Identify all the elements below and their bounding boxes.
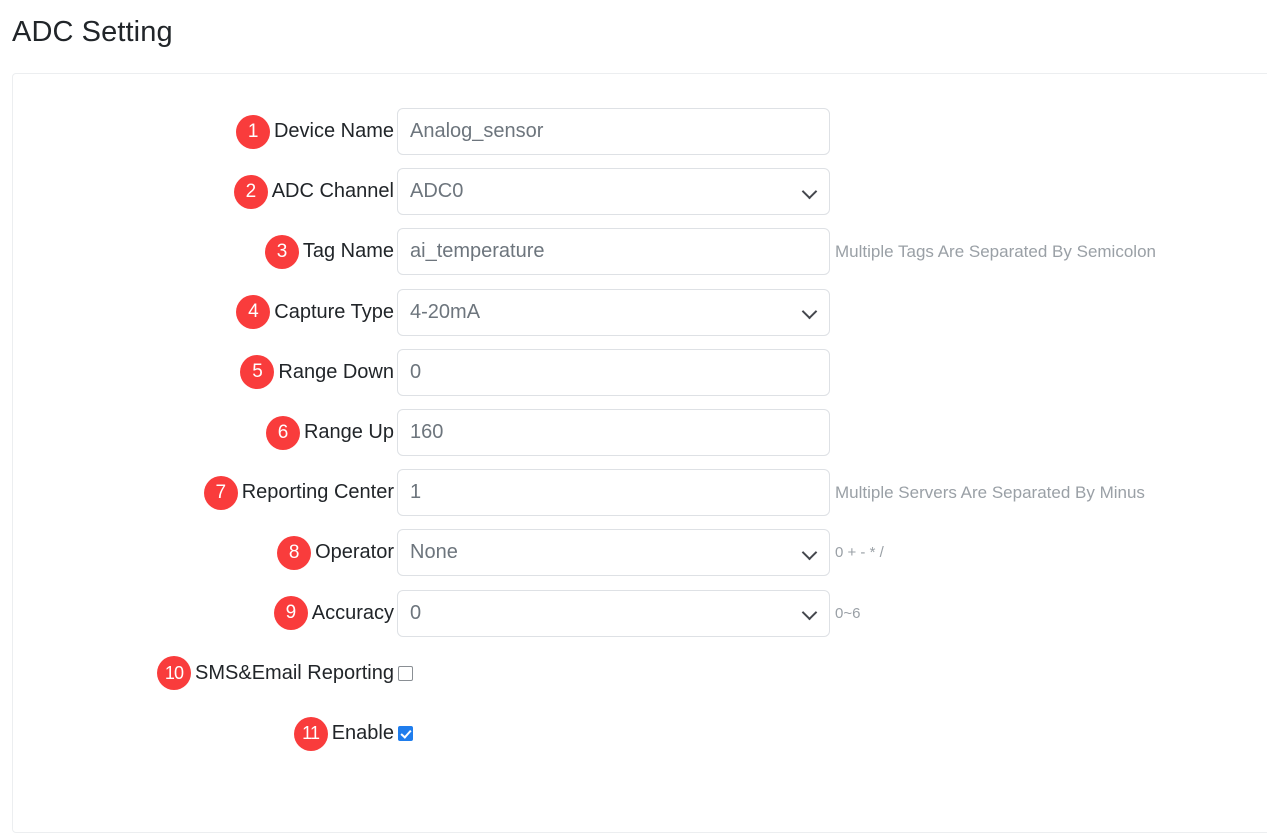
- label-cell-device-name: 1 Device Name: [235, 108, 394, 155]
- field-label-adc-channel: ADC Channel: [271, 180, 394, 203]
- form-row-enable: 11 Enable: [13, 710, 1267, 757]
- form-row-reporting-center: 7 Reporting Center 1 Multiple Servers Are S…: [13, 469, 1267, 517]
- value-adc-channel: ADC0: [410, 180, 464, 203]
- value-tag-name: ai_temperature: [410, 240, 545, 263]
- field-label-range-up: Range Up: [303, 421, 394, 443]
- label-cell-range-up: 6 Range Up: [265, 409, 394, 456]
- value-range-up: 160: [410, 421, 444, 443]
- input-range-up[interactable]: 160: [397, 409, 830, 456]
- chevron-down-icon: [803, 305, 817, 319]
- form-row-device-name: 1 Device Name Analog_sensor: [13, 108, 1267, 155]
- select-operator[interactable]: None: [397, 529, 830, 577]
- adc-setting-card: 1 Device Name Analog_sensor 2 ADC Channel ADC…: [12, 73, 1267, 833]
- field-label-capture-type: Capture Type: [274, 300, 394, 323]
- field-label-range-down: Range Down: [278, 360, 394, 383]
- label-cell-enable: 11 Enable: [293, 710, 394, 757]
- label-cell-tag-name: 3 Tag Name: [264, 228, 394, 275]
- value-capture-type: 4-20mA: [410, 300, 481, 323]
- label-cell-capture-type: 4 Capture Type: [236, 289, 394, 336]
- field-label-accuracy: Accuracy: [311, 601, 394, 624]
- select-adc-channel[interactable]: ADC0: [397, 168, 830, 216]
- step-badge-3: 3: [264, 234, 299, 269]
- chevron-down-icon: [803, 546, 817, 560]
- input-reporting-center[interactable]: 1: [397, 469, 830, 517]
- form-row-sms-email-reporting: 10 SMS&Email Reporting: [13, 650, 1267, 697]
- label-cell-range-down: 5 Range Down: [240, 349, 394, 396]
- page-title: ADC Setting: [12, 16, 173, 48]
- checkbox-wrap-enable: [397, 710, 413, 757]
- field-label-operator: Operator: [315, 541, 394, 564]
- step-badge-1: 1: [235, 114, 270, 149]
- label-cell-accuracy: 9 Accuracy: [273, 590, 394, 637]
- hint-reporting-center: Multiple Servers Are Separated By Minus: [835, 483, 1145, 503]
- input-range-down[interactable]: 0: [397, 348, 830, 396]
- hint-accuracy: 0~6: [835, 604, 861, 622]
- checkbox-enable[interactable]: [398, 726, 413, 741]
- chevron-down-icon: [803, 185, 817, 199]
- form-row-range-up: 6 Range Up 160: [13, 409, 1267, 456]
- label-cell-sms-email-reporting: 10 SMS&Email Reporting: [157, 650, 394, 697]
- step-badge-9: 9: [273, 596, 308, 631]
- step-badge-6: 6: [265, 415, 300, 450]
- step-badge-5: 5: [240, 355, 275, 390]
- value-range-down: 0: [410, 360, 422, 383]
- chevron-down-icon: [803, 606, 817, 620]
- field-label-sms-email-reporting: SMS&Email Reporting: [195, 661, 394, 684]
- step-badge-7: 7: [203, 475, 238, 510]
- input-device-name[interactable]: Analog_sensor: [397, 108, 830, 155]
- label-cell-adc-channel: 2 ADC Channel: [233, 168, 394, 215]
- step-badge-8: 8: [277, 535, 312, 570]
- step-badge-4: 4: [236, 295, 271, 330]
- field-label-reporting-center: Reporting Center: [241, 481, 394, 504]
- step-badge-11: 11: [293, 716, 328, 751]
- value-reporting-center: 1: [410, 481, 422, 504]
- step-badge-2: 2: [233, 174, 268, 209]
- select-capture-type[interactable]: 4-20mA: [397, 288, 830, 336]
- hint-tag-name: Multiple Tags Are Separated By Semicolon: [835, 242, 1156, 262]
- form-row-accuracy: 9 Accuracy 0 0~6: [13, 589, 1267, 637]
- form-row-capture-type: 4 Capture Type 4-20mA: [13, 288, 1267, 336]
- field-label-enable: Enable: [331, 722, 394, 744]
- form-row-adc-channel: 2 ADC Channel ADC0: [13, 168, 1267, 216]
- select-accuracy[interactable]: 0: [397, 589, 830, 637]
- form-row-tag-name: 3 Tag Name ai_temperature Multiple Tags Are…: [13, 228, 1267, 276]
- field-label-tag-name: Tag Name: [302, 240, 394, 263]
- step-badge-10: 10: [157, 656, 192, 691]
- checkbox-wrap-sms-email-reporting: [397, 650, 413, 697]
- label-cell-reporting-center: 7 Reporting Center: [203, 469, 394, 516]
- label-cell-operator: 8 Operator: [277, 529, 394, 576]
- form-row-range-down: 5 Range Down 0: [13, 348, 1267, 396]
- form-row-operator: 8 Operator None 0 + - * /: [13, 529, 1267, 577]
- value-accuracy: 0: [410, 601, 422, 624]
- hint-operator: 0 + - * /: [835, 544, 884, 562]
- field-label-device-name: Device Name: [273, 120, 394, 142]
- value-operator: None: [410, 541, 458, 564]
- value-device-name: Analog_sensor: [410, 120, 544, 142]
- checkbox-sms-email-reporting[interactable]: [398, 665, 413, 681]
- input-tag-name[interactable]: ai_temperature: [397, 228, 830, 276]
